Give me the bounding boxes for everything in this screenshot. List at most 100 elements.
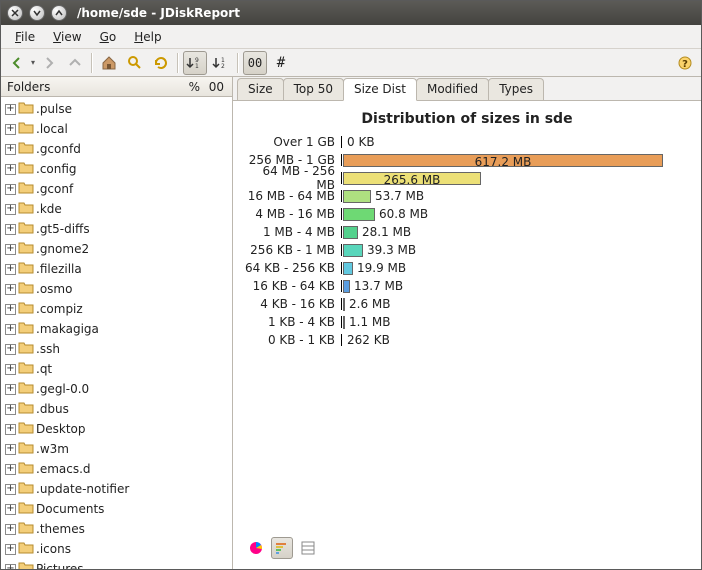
pie-view-icon[interactable] [245, 537, 267, 559]
expand-icon[interactable]: + [5, 384, 16, 395]
folder-label: .gconf [36, 182, 73, 196]
find-button[interactable] [123, 51, 147, 75]
chart-row-label: 16 MB - 64 MB [241, 189, 341, 203]
expand-icon[interactable]: + [5, 464, 16, 475]
expand-icon[interactable]: + [5, 324, 16, 335]
expand-icon[interactable]: + [5, 484, 16, 495]
tree-row[interactable]: +.gegl-0.0 [1, 379, 232, 399]
chart-value: 1.1 MB [349, 315, 390, 329]
folder-tree[interactable]: +.pulse+.local+.gconfd+.config+.gconf+.k… [1, 97, 232, 569]
tab-types[interactable]: Types [488, 78, 544, 100]
expand-icon[interactable]: + [5, 564, 16, 570]
tree-row[interactable]: +.update-notifier [1, 479, 232, 499]
titlebar[interactable]: /home/sde - JDiskReport [1, 1, 701, 25]
content: Folders % 00 +.pulse+.local+.gconfd+.con… [1, 77, 701, 569]
chart-bar-row: 1 MB - 4 MB28.1 MB [241, 223, 693, 241]
col-00[interactable]: 00 [202, 80, 226, 94]
svg-text:2: 2 [221, 63, 225, 70]
tree-row[interactable]: +.gnome2 [1, 239, 232, 259]
expand-icon[interactable]: + [5, 444, 16, 455]
folder-icon [18, 521, 34, 538]
tree-row[interactable]: +.ssh [1, 339, 232, 359]
chart-value: 2.6 MB [349, 297, 390, 311]
tree-row[interactable]: +.gt5-diffs [1, 219, 232, 239]
tree-row[interactable]: +.filezilla [1, 259, 232, 279]
folder-icon [18, 201, 34, 218]
chart-bar-row: Over 1 GB0 KB [241, 133, 693, 151]
menu-view[interactable]: View [45, 28, 89, 46]
tree-row[interactable]: +.kde [1, 199, 232, 219]
minimize-icon[interactable] [29, 5, 45, 21]
chart-row-label: 64 MB - 256 MB [241, 164, 341, 192]
tab-modified[interactable]: Modified [416, 78, 489, 100]
bar-view-icon[interactable] [271, 537, 293, 559]
expand-icon[interactable]: + [5, 344, 16, 355]
maximize-icon[interactable] [51, 5, 67, 21]
tree-row[interactable]: +.makagiga [1, 319, 232, 339]
expand-icon[interactable]: + [5, 244, 16, 255]
sort-down-button[interactable]: 91 [183, 51, 207, 75]
mode-00-button[interactable]: 00 [243, 51, 267, 75]
tree-row[interactable]: +.osmo [1, 279, 232, 299]
tab-size[interactable]: Size [237, 78, 284, 100]
expand-icon[interactable]: + [5, 524, 16, 535]
expand-icon[interactable]: + [5, 284, 16, 295]
expand-icon[interactable]: + [5, 224, 16, 235]
tree-row[interactable]: +Pictures [1, 559, 232, 569]
tree-row[interactable]: + .gconf [1, 179, 232, 199]
close-icon[interactable] [7, 5, 23, 21]
sort-up-button[interactable]: 12 [209, 51, 233, 75]
tree-row[interactable]: +.compiz [1, 299, 232, 319]
tab-size-dist[interactable]: Size Dist [343, 78, 417, 101]
chart-row-label: 1 KB - 4 KB [241, 315, 341, 329]
tree-row[interactable]: +.emacs.d [1, 459, 232, 479]
table-view-icon[interactable] [297, 537, 319, 559]
tree-row[interactable]: + .themes [1, 519, 232, 539]
tree-row[interactable]: +.icons [1, 539, 232, 559]
nav-back-button[interactable] [5, 51, 29, 75]
menu-go[interactable]: Go [92, 28, 125, 46]
tree-row[interactable]: +.gconfd [1, 139, 232, 159]
expand-icon[interactable]: + [5, 544, 16, 555]
expand-icon[interactable]: + [5, 504, 16, 515]
menu-file[interactable]: File [7, 28, 43, 46]
chart-value: 60.8 MB [379, 207, 428, 221]
expand-icon[interactable]: + [5, 184, 16, 195]
tree-row[interactable]: +.dbus [1, 399, 232, 419]
tab-top-50[interactable]: Top 50 [283, 78, 344, 100]
tree-row[interactable]: +.local [1, 119, 232, 139]
chart-bar [343, 280, 350, 293]
expand-icon[interactable]: + [5, 104, 16, 115]
tree-row[interactable]: +.pulse [1, 99, 232, 119]
tree-row[interactable]: +.config [1, 159, 232, 179]
col-percent[interactable]: % [178, 80, 202, 94]
menu-help[interactable]: Help [126, 28, 169, 46]
folder-label: .qt [36, 362, 52, 376]
folder-icon [18, 301, 34, 318]
expand-icon[interactable]: + [5, 164, 16, 175]
nav-up-button[interactable] [63, 51, 87, 75]
col-folders[interactable]: Folders [7, 80, 178, 94]
tree-row[interactable]: + .qt [1, 359, 232, 379]
tree-row[interactable]: +.w3m [1, 439, 232, 459]
tree-row[interactable]: +Documents [1, 499, 232, 519]
expand-icon[interactable]: + [5, 404, 16, 415]
expand-icon[interactable]: + [5, 124, 16, 135]
folder-label: .themes [36, 522, 85, 536]
expand-icon[interactable]: + [5, 204, 16, 215]
expand-icon[interactable]: + [5, 304, 16, 315]
chart-row-label: 1 MB - 4 MB [241, 225, 341, 239]
expand-icon[interactable]: + [5, 264, 16, 275]
refresh-button[interactable] [149, 51, 173, 75]
nav-forward-button[interactable] [37, 51, 61, 75]
help-button[interactable]: ? [673, 51, 697, 75]
expand-icon[interactable]: + [5, 144, 16, 155]
expand-icon[interactable]: + [5, 424, 16, 435]
mode-hash-button[interactable]: # [269, 51, 293, 75]
tree-row[interactable]: +Desktop [1, 419, 232, 439]
expand-icon[interactable]: + [5, 364, 16, 375]
folder-icon [18, 141, 34, 158]
sidebar-header[interactable]: Folders % 00 [1, 77, 232, 97]
home-button[interactable] [97, 51, 121, 75]
chart-value: 53.7 MB [375, 189, 424, 203]
